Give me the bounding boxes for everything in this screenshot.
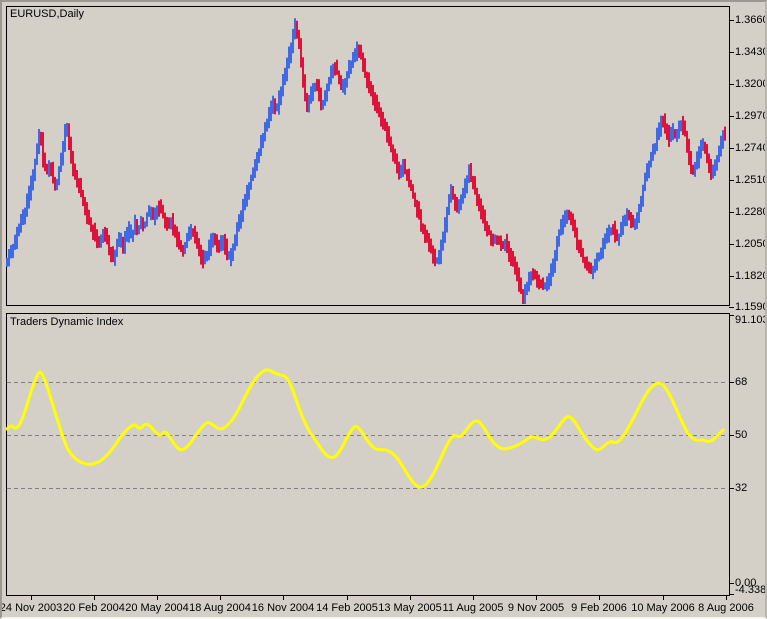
tdi-line (5, 368, 725, 489)
axis-ticks (31, 20, 734, 600)
price-series (6, 18, 726, 304)
indicator-name-label: Traders Dynamic Index (10, 316, 124, 328)
symbol-period-label: EURUSD,Daily (10, 8, 84, 20)
mt4-chart-window: EURUSD,Daily Traders Dynamic Index 1.366… (0, 0, 767, 619)
indicator-level-lines (7, 382, 728, 489)
chart-canvas[interactable] (2, 2, 767, 619)
